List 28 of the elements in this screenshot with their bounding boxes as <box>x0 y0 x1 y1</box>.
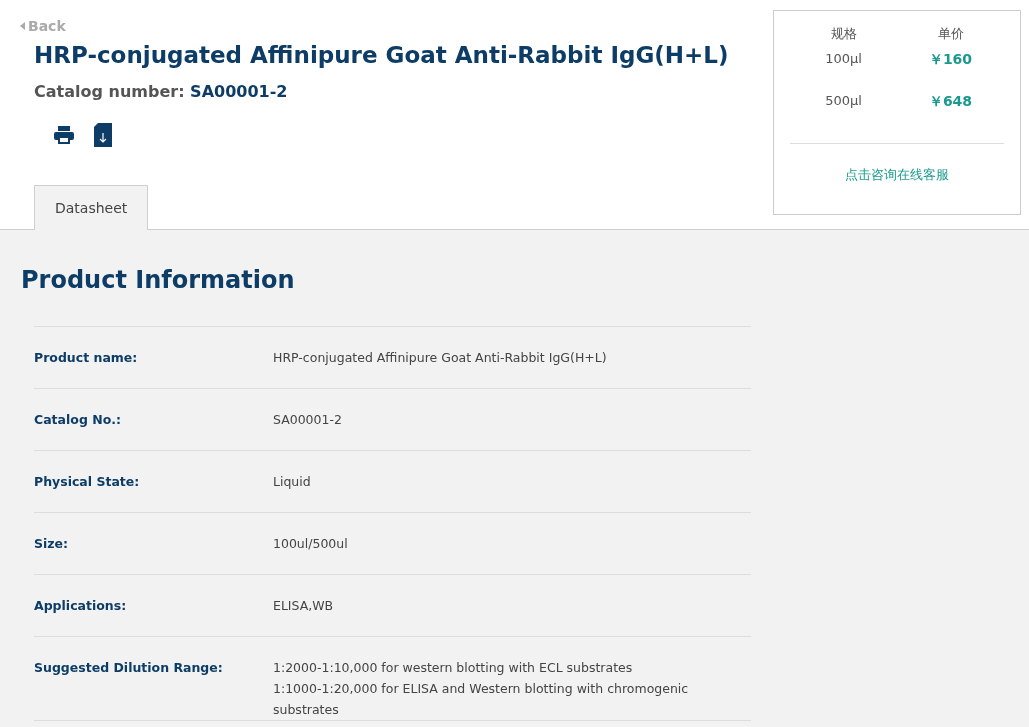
print-icon[interactable] <box>54 126 74 144</box>
back-link[interactable]: Back <box>20 18 66 34</box>
product-title: HRP-conjugated Affinipure Goat Anti-Rabbit IgG(H+L) <box>34 42 729 68</box>
caret-icon <box>20 22 25 30</box>
price-cell-text: ￥648 <box>927 93 974 111</box>
field-label: Product name: <box>34 350 139 367</box>
field-label: Applications: <box>34 598 128 615</box>
field-label: Size: <box>34 536 70 553</box>
field-label: Suggested Dilution Range: <box>34 660 224 677</box>
field-label: Catalog No.: <box>34 412 122 429</box>
column-header: 规格 <box>829 25 858 43</box>
section-title: Product Information <box>21 266 296 294</box>
size-cell-text: 100μl <box>824 51 863 68</box>
field-value: 1:2000-1:10,000 for western blotting with ECL substrates <box>273 659 634 677</box>
field-value: 1:1000-1:20,000 for ELISA and Western blotting with chromogenic substrates <box>273 680 690 719</box>
catalog-number: Catalog number: SA00001-2 <box>34 82 289 101</box>
field-label: Physical State: <box>34 474 141 491</box>
field-value: Liquid <box>273 473 312 491</box>
size-cell-text: 500μl <box>824 93 863 110</box>
field-value: HRP-conjugated Affinipure Goat Anti-Rabbit IgG(H+L) <box>273 349 608 367</box>
price-cell-text: ￥160 <box>927 51 974 69</box>
document-download-icon[interactable] <box>94 123 112 147</box>
column-header: 单价 <box>936 25 965 43</box>
field-value: ELISA,WB <box>273 597 335 615</box>
online-service-link[interactable]: 点击咨询在线客服 <box>845 166 949 184</box>
field-value: 100ul/500ul <box>273 535 349 553</box>
datasheet-tab[interactable]: Datasheet <box>34 185 149 230</box>
field-value: SA00001-2 <box>273 411 343 429</box>
